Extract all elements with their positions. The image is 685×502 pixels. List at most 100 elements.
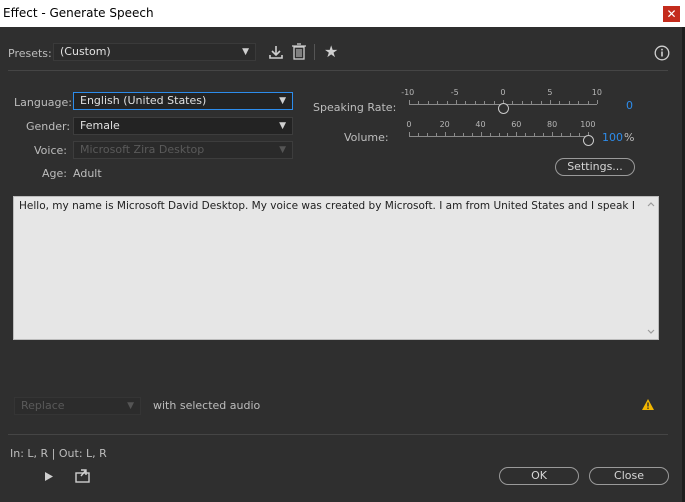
chevron-down-icon: ▼	[279, 96, 286, 106]
speaking-rate-tick	[484, 101, 486, 104]
volume-tick-label: 60	[511, 120, 522, 129]
info-icon[interactable]	[654, 45, 670, 64]
speaking-rate-value[interactable]: 0	[626, 99, 633, 112]
speaking-rate-tick	[465, 101, 467, 104]
gender-dropdown[interactable]: Female ▼	[73, 117, 293, 135]
trash-icon[interactable]	[291, 43, 307, 63]
gender-label: Gender:	[26, 120, 71, 133]
volume-track[interactable]	[409, 136, 588, 137]
volume-tick	[444, 132, 446, 136]
gender-value: Female	[80, 119, 120, 132]
speaking-rate-tick	[597, 100, 598, 104]
volume-tick-label: 0	[406, 120, 412, 129]
chevron-down-icon: ▼	[279, 145, 286, 155]
speaking-rate-tick	[474, 101, 476, 104]
age-value: Adult	[73, 167, 102, 180]
close-button[interactable]: Close	[589, 467, 669, 485]
speaking-rate-label: Speaking Rate:	[313, 101, 397, 114]
play-icon[interactable]	[44, 471, 54, 485]
volume-tick	[471, 133, 473, 136]
volume-tick	[516, 132, 518, 136]
volume-tick	[561, 133, 563, 136]
volume-tick-label: 80	[547, 120, 558, 129]
loop-export-icon[interactable]	[75, 469, 91, 486]
volume-tick-label: 40	[475, 120, 486, 129]
volume-tick	[507, 133, 509, 136]
volume-unit: %	[624, 131, 635, 144]
speaking-rate-tick-label: -5	[450, 88, 459, 97]
volume-tick	[579, 133, 581, 136]
replace-suffix: with selected audio	[153, 399, 261, 412]
text-scrollbar[interactable]	[644, 197, 658, 339]
window-title: Effect - Generate Speech	[3, 6, 154, 20]
volume-tick	[552, 132, 554, 136]
speaking-rate-tick	[427, 101, 429, 104]
age-label: Age:	[42, 167, 67, 180]
volume-knob[interactable]	[583, 135, 594, 146]
speaking-rate-tick	[512, 101, 514, 104]
language-value: English (United States)	[80, 94, 207, 107]
volume-tick-label: 100	[580, 120, 596, 129]
volume-tick	[543, 133, 545, 136]
speaking-rate-knob[interactable]	[498, 103, 509, 114]
volume-tick	[453, 133, 455, 136]
speaking-rate-tick	[437, 101, 439, 104]
chevron-down-icon: ▼	[242, 47, 249, 57]
speaking-rate-tick	[568, 101, 570, 104]
volume-tick	[417, 133, 419, 136]
volume-tick	[435, 133, 437, 136]
volume-tick	[534, 133, 536, 136]
volume-label: Volume:	[344, 131, 389, 144]
download-icon[interactable]	[268, 44, 284, 63]
speaking-rate-tick	[540, 101, 542, 104]
presets-label: Presets:	[8, 47, 52, 60]
toolbar-divider	[314, 44, 315, 60]
volume-tick	[498, 133, 500, 136]
speaking-rate-tick	[418, 101, 420, 104]
speech-text-area[interactable]: Hello, my name is Microsoft David Deskto…	[13, 196, 659, 340]
volume-tick	[489, 133, 491, 136]
speaking-rate-tick-label: 0	[500, 88, 506, 97]
volume-tick	[525, 133, 527, 136]
volume-tick-label: 20	[439, 120, 450, 129]
voice-dropdown[interactable]: Microsoft Zira Desktop ▼	[73, 141, 293, 159]
replace-dropdown[interactable]: Replace ▼	[14, 397, 141, 415]
language-label: Language:	[14, 96, 72, 109]
language-dropdown[interactable]: English (United States) ▼	[73, 92, 293, 110]
speaking-rate-tick	[587, 101, 589, 104]
speaking-rate-tick	[550, 100, 551, 104]
volume-tick	[480, 132, 482, 136]
chevron-down-icon: ▼	[127, 401, 134, 411]
speaking-rate-tick	[531, 101, 533, 104]
warning-icon[interactable]	[641, 398, 655, 414]
presets-dropdown[interactable]: (Custom) ▼	[53, 43, 256, 61]
volume-tick	[426, 133, 428, 136]
speaking-rate-tick-label: 5	[547, 88, 553, 97]
speaking-rate-tick	[446, 101, 448, 104]
presets-value: (Custom)	[60, 45, 111, 58]
speaking-rate-tick	[409, 100, 410, 104]
ok-button[interactable]: OK	[499, 467, 579, 485]
volume-tick	[409, 132, 410, 136]
speaking-rate-tick-label: -10	[401, 88, 415, 97]
speaking-rate-tick	[559, 101, 561, 104]
speaking-rate-tick	[456, 100, 457, 104]
volume-tick	[570, 133, 572, 136]
replace-value: Replace	[21, 399, 65, 412]
volume-tick	[462, 133, 464, 136]
title-bar: Effect - Generate Speech ✕	[0, 0, 685, 27]
speech-text: Hello, my name is Microsoft David Deskto…	[19, 200, 634, 212]
speaking-rate-tick	[493, 101, 495, 104]
header-separator	[8, 70, 668, 71]
footer-separator	[8, 434, 668, 435]
window-close-button[interactable]: ✕	[663, 6, 680, 22]
speaking-rate-tick-label: 10	[591, 88, 602, 97]
star-icon[interactable]: ★	[324, 42, 338, 61]
speaking-rate-tick	[521, 101, 523, 104]
chevron-down-icon: ▼	[279, 121, 286, 131]
volume-value[interactable]: 100	[602, 131, 623, 144]
io-channels: In: L, R | Out: L, R	[10, 447, 107, 460]
speaking-rate-tick	[578, 101, 580, 104]
voice-label: Voice:	[34, 144, 67, 157]
settings-button[interactable]: Settings...	[555, 158, 635, 176]
